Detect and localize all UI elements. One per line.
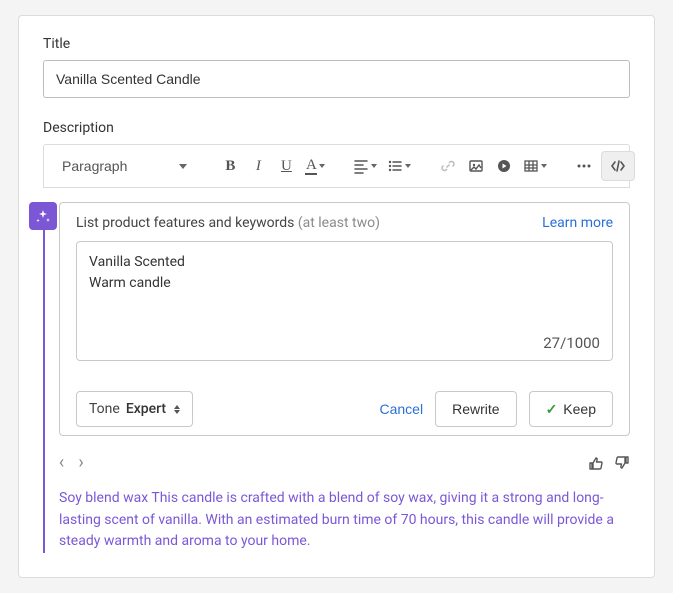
ai-actions-row: Tone Expert Cancel Rewrite ✓ Keep xyxy=(76,391,613,427)
chevron-down-icon xyxy=(179,164,187,169)
features-box: List product features and keywords (at l… xyxy=(59,202,630,436)
title-label: Title xyxy=(43,36,630,52)
rewrite-button[interactable]: Rewrite xyxy=(435,391,516,427)
play-circle-icon xyxy=(496,158,512,174)
link-button[interactable] xyxy=(435,152,461,180)
description-section: Description Paragraph B I U A xyxy=(43,120,630,553)
next-generation-button[interactable]: › xyxy=(78,454,83,472)
thumbs-down-button[interactable] xyxy=(614,455,630,471)
align-button[interactable] xyxy=(349,152,381,180)
table-icon xyxy=(523,158,539,174)
table-button[interactable] xyxy=(519,152,551,180)
features-textarea-content: Vanilla Scented Warm candle xyxy=(89,252,600,294)
prev-generation-button[interactable]: › xyxy=(59,454,64,472)
italic-button[interactable]: I xyxy=(245,152,271,180)
generated-text: Soy blend wax This candle is crafted wit… xyxy=(59,488,630,553)
more-button[interactable] xyxy=(571,152,597,180)
sort-arrows-icon xyxy=(174,405,180,414)
generation-nav-row: › › xyxy=(59,454,630,472)
keep-button[interactable]: ✓ Keep xyxy=(529,391,613,427)
list-button[interactable] xyxy=(383,152,415,180)
ai-assist-panel: List product features and keywords (at l… xyxy=(43,202,630,553)
ellipsis-icon xyxy=(576,158,592,174)
check-icon: ✓ xyxy=(546,401,558,418)
features-header: List product features and keywords (at l… xyxy=(76,215,613,231)
rte-toolbar: Paragraph B I U A xyxy=(43,144,630,188)
feedback-buttons xyxy=(588,455,630,471)
thumbs-up-icon xyxy=(588,455,604,471)
sparkle-icon xyxy=(35,208,51,224)
link-icon xyxy=(440,158,456,174)
ai-sparkle-badge xyxy=(29,202,57,230)
title-section: Title xyxy=(43,36,630,98)
tone-value: Expert xyxy=(126,401,166,417)
cancel-button[interactable]: Cancel xyxy=(380,401,424,417)
learn-more-link[interactable]: Learn more xyxy=(542,215,613,231)
paragraph-dropdown-label: Paragraph xyxy=(62,158,127,174)
chevron-down-icon xyxy=(371,164,377,168)
code-icon xyxy=(610,158,626,174)
keep-button-label: Keep xyxy=(563,401,596,417)
features-hint: (at least two) xyxy=(298,215,380,231)
image-button[interactable] xyxy=(463,152,489,180)
title-input[interactable] xyxy=(43,60,630,98)
underline-button[interactable]: U xyxy=(273,152,299,180)
image-icon xyxy=(468,158,484,174)
align-left-icon xyxy=(353,158,369,174)
tone-select[interactable]: Tone Expert xyxy=(76,391,193,427)
chevron-down-icon xyxy=(405,164,411,168)
chevron-down-icon xyxy=(541,164,547,168)
bold-button[interactable]: B xyxy=(217,152,243,180)
paragraph-dropdown[interactable]: Paragraph xyxy=(52,151,197,181)
text-color-button[interactable]: A xyxy=(301,152,329,180)
chevron-down-icon xyxy=(319,164,325,168)
thumbs-down-icon xyxy=(614,455,630,471)
description-label: Description xyxy=(43,120,630,136)
code-view-button[interactable] xyxy=(601,151,635,181)
generation-pager: › › xyxy=(59,454,84,472)
thumbs-up-button[interactable] xyxy=(588,455,604,471)
product-form-card: Title Description Paragraph B I U A xyxy=(18,15,655,578)
features-title: List product features and keywords xyxy=(76,215,294,231)
tone-label: Tone xyxy=(89,401,120,417)
char-count: 27/1000 xyxy=(543,334,600,352)
features-textarea[interactable]: Vanilla Scented Warm candle 27/1000 xyxy=(76,241,613,361)
video-button[interactable] xyxy=(491,152,517,180)
list-icon xyxy=(387,158,403,174)
